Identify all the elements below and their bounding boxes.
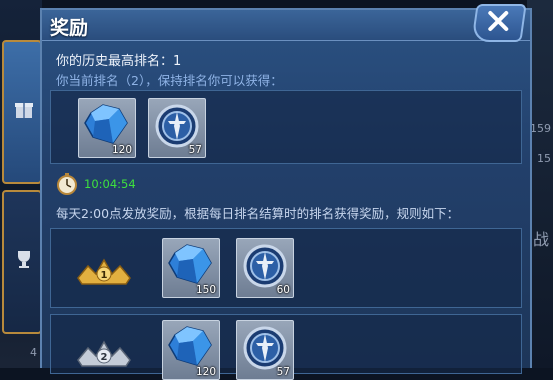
medal-icon bbox=[243, 244, 287, 288]
best-rank-label: 你的历史最高排名：1 bbox=[56, 54, 182, 69]
side-tabs: 4 bbox=[0, 0, 42, 368]
gift-icon bbox=[13, 98, 35, 120]
reward-rules-description: 每天2:00点发放奖励，根据每日排名结算时的排名获得奖励，规则如下： bbox=[56, 206, 460, 221]
rank-number: 1 bbox=[100, 270, 108, 281]
stopwatch-icon bbox=[57, 173, 77, 195]
medal-icon bbox=[243, 326, 287, 370]
countdown-timer: 10:04:54 bbox=[84, 177, 136, 191]
close-icon bbox=[488, 11, 509, 31]
reward-item-medal[interactable]: 60 bbox=[236, 238, 294, 298]
item-quantity: 120 bbox=[111, 144, 132, 156]
reward-dialog: 奖励 你的历史最高排名：1 你当前排名（2），保持排名你可以获得： 120 57 bbox=[40, 4, 532, 380]
reward-item-medal[interactable]: 57 bbox=[236, 320, 294, 380]
background-number: 4 bbox=[30, 346, 37, 359]
dialog-titlebar: 奖励 bbox=[42, 10, 530, 41]
diamond-icon bbox=[84, 104, 128, 144]
close-button[interactable] bbox=[471, 4, 527, 42]
side-tab-trophy[interactable] bbox=[2, 190, 42, 334]
silver-crown-icon: 2 bbox=[76, 338, 132, 374]
gold-crown-icon: 1 bbox=[76, 256, 132, 292]
reward-item-diamond[interactable]: 120 bbox=[78, 98, 136, 158]
background-number: 15 bbox=[537, 152, 551, 165]
reward-item-diamond[interactable]: 150 bbox=[162, 238, 220, 298]
background-glyph: 战 bbox=[532, 230, 549, 249]
dialog-title: 奖励 bbox=[50, 17, 89, 39]
reward-item-diamond[interactable]: 120 bbox=[162, 320, 220, 380]
item-quantity: 57 bbox=[188, 144, 202, 156]
diamond-icon bbox=[168, 326, 212, 366]
medal-icon bbox=[155, 104, 199, 148]
rank-number: 2 bbox=[100, 352, 108, 363]
reward-item-medal[interactable]: 57 bbox=[148, 98, 206, 158]
current-rank-label: 你当前排名（2），保持排名你可以获得： bbox=[56, 73, 283, 88]
background-number: 159 bbox=[530, 122, 551, 135]
side-tab-gift[interactable] bbox=[2, 40, 42, 184]
item-quantity: 150 bbox=[195, 284, 216, 296]
trophy-icon bbox=[13, 248, 35, 270]
diamond-icon bbox=[168, 244, 212, 284]
item-quantity: 60 bbox=[276, 284, 290, 296]
